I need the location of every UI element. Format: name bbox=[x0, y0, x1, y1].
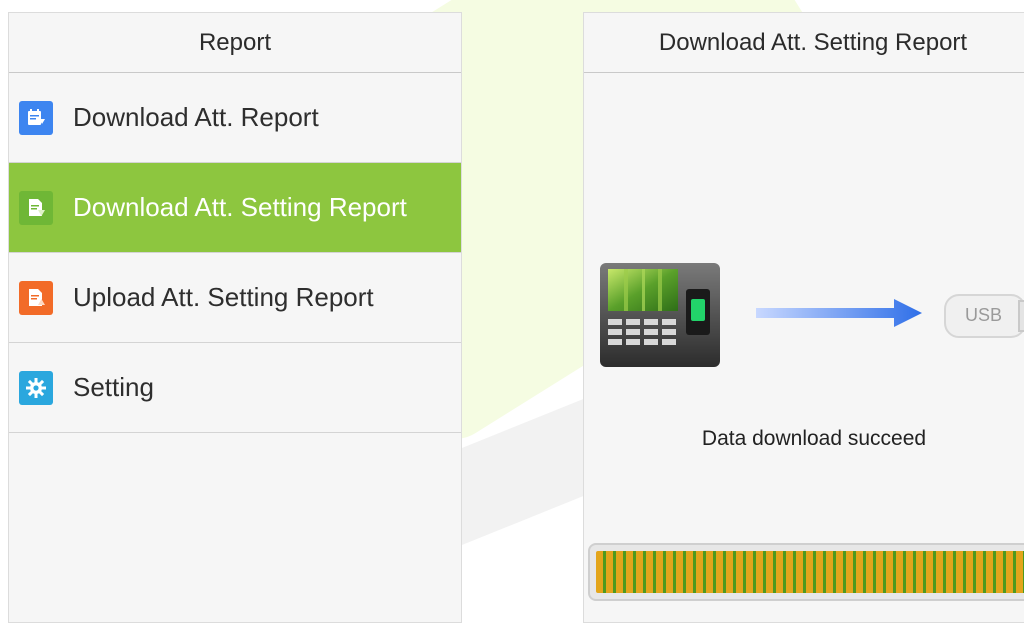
menu-item-label: Download Att. Setting Report bbox=[73, 192, 407, 222]
report-menu-panel: Report Download Att. Report Download Att… bbox=[8, 12, 462, 623]
menu-item-download-att-report[interactable]: Download Att. Report bbox=[9, 73, 461, 163]
menu-item-label: Download Att. Report bbox=[73, 102, 319, 132]
gear-icon bbox=[19, 370, 53, 405]
panel-title: Report bbox=[9, 13, 461, 73]
progress-bar bbox=[588, 543, 1024, 601]
upload-setting-icon bbox=[19, 280, 53, 315]
usb-drive-icon: USB bbox=[943, 291, 1024, 341]
menu-item-label: Upload Att. Setting Report bbox=[73, 282, 374, 312]
menu-item-setting[interactable]: Setting bbox=[9, 343, 461, 433]
menu-item-upload-att-setting-report[interactable]: Upload Att. Setting Report bbox=[9, 253, 461, 343]
usb-label: USB bbox=[965, 305, 1003, 325]
menu-item-download-att-setting-report[interactable]: Download Att. Setting Report bbox=[9, 163, 461, 253]
panel-title: Download Att. Setting Report bbox=[584, 13, 1024, 73]
download-setting-icon bbox=[19, 190, 53, 225]
attendance-device-icon bbox=[600, 263, 720, 367]
download-report-icon bbox=[19, 100, 53, 135]
progress-fill bbox=[596, 551, 1024, 593]
status-message: Data download succeed bbox=[701, 427, 927, 450]
menu-item-label: Setting bbox=[73, 372, 154, 402]
download-progress-panel: Download Att. Setting Report USB Data do… bbox=[583, 12, 1024, 623]
transfer-arrow-icon bbox=[756, 299, 922, 327]
